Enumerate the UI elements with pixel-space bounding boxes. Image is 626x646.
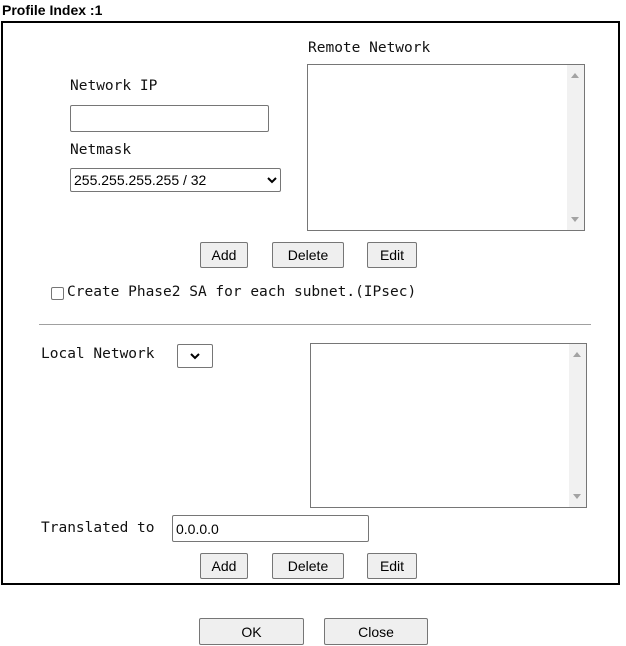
scroll-up-arrow-icon[interactable] xyxy=(573,352,581,357)
remote-network-list[interactable] xyxy=(307,64,585,231)
local-edit-button[interactable]: Edit xyxy=(367,553,417,579)
scroll-up-arrow-icon[interactable] xyxy=(571,73,579,78)
section-divider xyxy=(39,324,591,325)
local-add-button[interactable]: Add xyxy=(200,553,248,579)
local-network-label: Local Network xyxy=(41,346,155,362)
local-delete-button[interactable]: Delete xyxy=(272,553,344,579)
phase2-sa-checkbox[interactable] xyxy=(51,287,64,300)
local-list-scrollbar[interactable] xyxy=(569,344,586,507)
local-network-select[interactable] xyxy=(177,344,213,368)
netmask-select-value: 255.255.255.255 / 32 xyxy=(74,172,207,188)
translated-to-input[interactable] xyxy=(172,515,369,542)
remote-delete-button[interactable]: Delete xyxy=(272,242,344,268)
remote-edit-button[interactable]: Edit xyxy=(367,242,417,268)
network-ip-input[interactable] xyxy=(70,105,269,132)
network-ip-label: Network IP xyxy=(70,78,158,94)
scroll-down-arrow-icon[interactable] xyxy=(571,217,579,222)
chevron-down-icon xyxy=(264,169,280,191)
netmask-label: Netmask xyxy=(70,142,132,158)
ok-button[interactable]: OK xyxy=(199,618,304,645)
phase2-sa-label: Create Phase2 SA for each subnet.(IPsec) xyxy=(67,284,417,300)
remote-network-heading: Remote Network xyxy=(308,40,431,56)
netmask-select[interactable]: 255.255.255.255 / 32 xyxy=(70,168,281,192)
remote-list-scrollbar[interactable] xyxy=(567,65,584,230)
remote-add-button[interactable]: Add xyxy=(200,242,248,268)
profile-title: Profile Index :1 xyxy=(2,2,103,18)
scroll-down-arrow-icon[interactable] xyxy=(573,494,581,499)
close-button[interactable]: Close xyxy=(324,618,428,645)
translated-to-label: Translated to xyxy=(41,520,155,536)
chevron-down-icon xyxy=(187,345,203,367)
local-network-list[interactable] xyxy=(310,343,587,508)
